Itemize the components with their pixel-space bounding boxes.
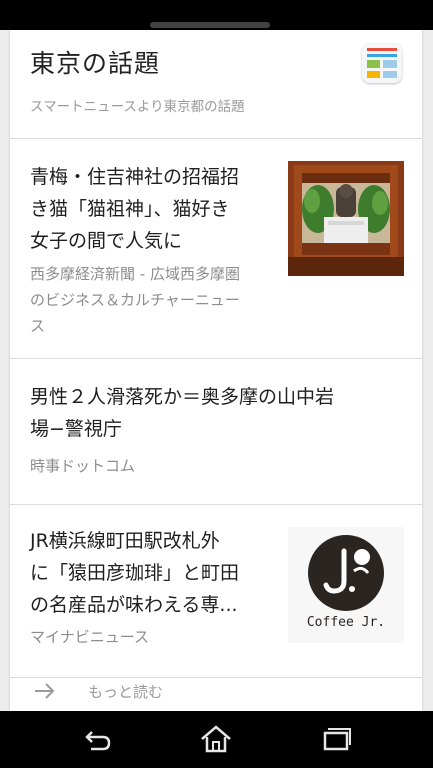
article-source: マイナビニュース — [30, 624, 149, 650]
smartnews-icon[interactable] — [362, 43, 402, 83]
headline-line: 青梅・住吉神社の招福招 — [30, 166, 240, 188]
source-line: 時事ドットコム — [30, 457, 136, 475]
headline-line: 男性２人滑落死か＝奥多摩の山中岩 — [30, 386, 335, 408]
article-item[interactable]: JR横浜線町田駅改札外 に「猿田彦珈琲」と町田 の名産品が味わえる専... マイ… — [10, 505, 422, 677]
headline-line: の名産品が味わえる専... — [30, 594, 238, 616]
shrine-photo — [288, 161, 404, 276]
article-item[interactable]: 男性２人滑落死か＝奥多摩の山中岩 場−警視庁 時事ドットコム — [10, 359, 422, 503]
headline-line: 場−警視庁 — [30, 418, 122, 440]
headline-line: 女子の間で人気に — [30, 230, 183, 252]
thumbnail-text: Coffee Jr. — [306, 615, 386, 630]
read-more-link[interactable]: もっと読む — [10, 678, 422, 711]
recent-apps-icon[interactable] — [316, 723, 356, 755]
source-line: マイナビニュース — [30, 628, 149, 646]
arrow-right-icon — [35, 683, 55, 699]
article-headline: 男性２人滑落死か＝奥多摩の山中岩 場−警視庁 — [30, 381, 334, 445]
read-more-label: もっと読む — [88, 683, 164, 701]
status-bar-indicator — [150, 22, 270, 28]
navigation-bar — [0, 711, 433, 768]
article-item[interactable]: 青梅・住吉神社の招福招 き猫「猫祖神」、猫好き 女子の間で人気に 西多摩経済新聞… — [10, 139, 422, 358]
home-icon[interactable] — [196, 723, 236, 755]
article-source: 西多摩経済新聞 - 広域西多摩圏 のビジネス＆カルチャーニュー ス — [30, 261, 240, 339]
article-headline: 青梅・住吉神社の招福招 き猫「猫祖神」、猫好き 女子の間で人気に — [30, 161, 239, 257]
widget-title: 東京の話題 — [30, 49, 161, 78]
source-line: ス — [30, 317, 46, 335]
source-line: 西多摩経済新聞 - 広域西多摩圏 — [30, 265, 240, 283]
headline-line: に「猿田彦珈琲」と町田 — [30, 562, 240, 584]
article-source: 時事ドットコム — [30, 453, 135, 479]
widget-header[interactable]: 東京の話題 スマートニュースより東京都の話題 — [10, 30, 422, 138]
source-line: のビジネス＆カルチャーニュー — [30, 291, 240, 309]
widget-subtitle: スマートニュースより東京都の話題 — [30, 99, 245, 115]
news-widget-card: 東京の話題 スマートニュースより東京都の話題 青梅・住吉神社の招福招 き猫「猫祖… — [10, 30, 422, 711]
article-headline: JR横浜線町田駅改札外 に「猿田彦珈琲」と町田 の名産品が味わえる専... — [30, 525, 239, 621]
back-icon[interactable] — [77, 723, 117, 755]
article-thumbnail — [288, 161, 404, 276]
headline-line: き猫「猫祖神」、猫好き — [30, 198, 230, 220]
headline-line: JR横浜線町田駅改札外 — [30, 530, 220, 552]
article-thumbnail: Coffee Jr. — [288, 527, 404, 643]
status-bar — [0, 0, 433, 30]
